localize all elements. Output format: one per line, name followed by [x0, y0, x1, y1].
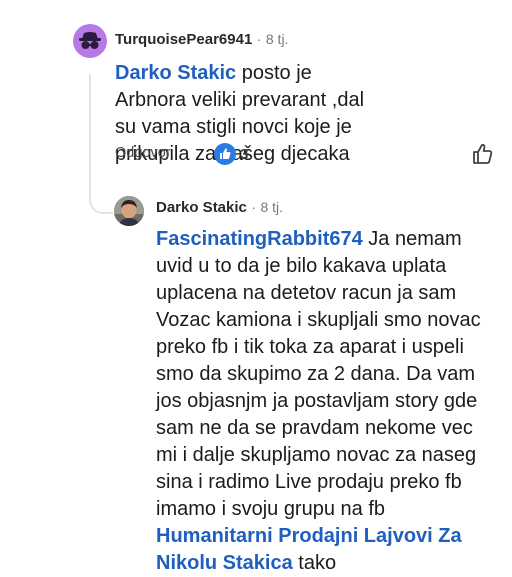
thumbs-up-outline-icon[interactable] — [470, 141, 496, 167]
reply-author[interactable]: Darko Stakic — [156, 199, 247, 216]
reply-header: Darko Stakic · 8 tj. — [156, 199, 283, 217]
separator-dot: · — [256, 31, 262, 47]
reaction-count: 3 — [240, 146, 249, 163]
like-reaction-icon — [214, 143, 236, 165]
reply-tail-text: tako — [292, 552, 337, 574]
reply-branch-line — [89, 170, 113, 214]
comment-author[interactable]: TurquoisePear6941 — [115, 31, 252, 48]
reply-body: FascinatingRabbit674 Ja nemam uvid u to … — [156, 226, 498, 577]
reply-text: Ja nemam uvid u to da je bilo kakava upl… — [156, 228, 481, 520]
comment-time: 8 tj. — [265, 31, 289, 47]
profile-photo-avatar-icon[interactable] — [114, 196, 144, 226]
spy-avatar-icon[interactable] — [73, 24, 107, 58]
separator-dot: · — [251, 199, 257, 215]
reply-time: 8 tj. — [260, 199, 284, 215]
comment-mention[interactable]: Darko Stakic — [115, 62, 236, 84]
reply-mention[interactable]: FascinatingRabbit674 — [156, 228, 363, 250]
comment-header: TurquoisePear6941 · 8 tj. — [115, 31, 288, 49]
reply-button[interactable]: Odgovor — [115, 145, 171, 161]
